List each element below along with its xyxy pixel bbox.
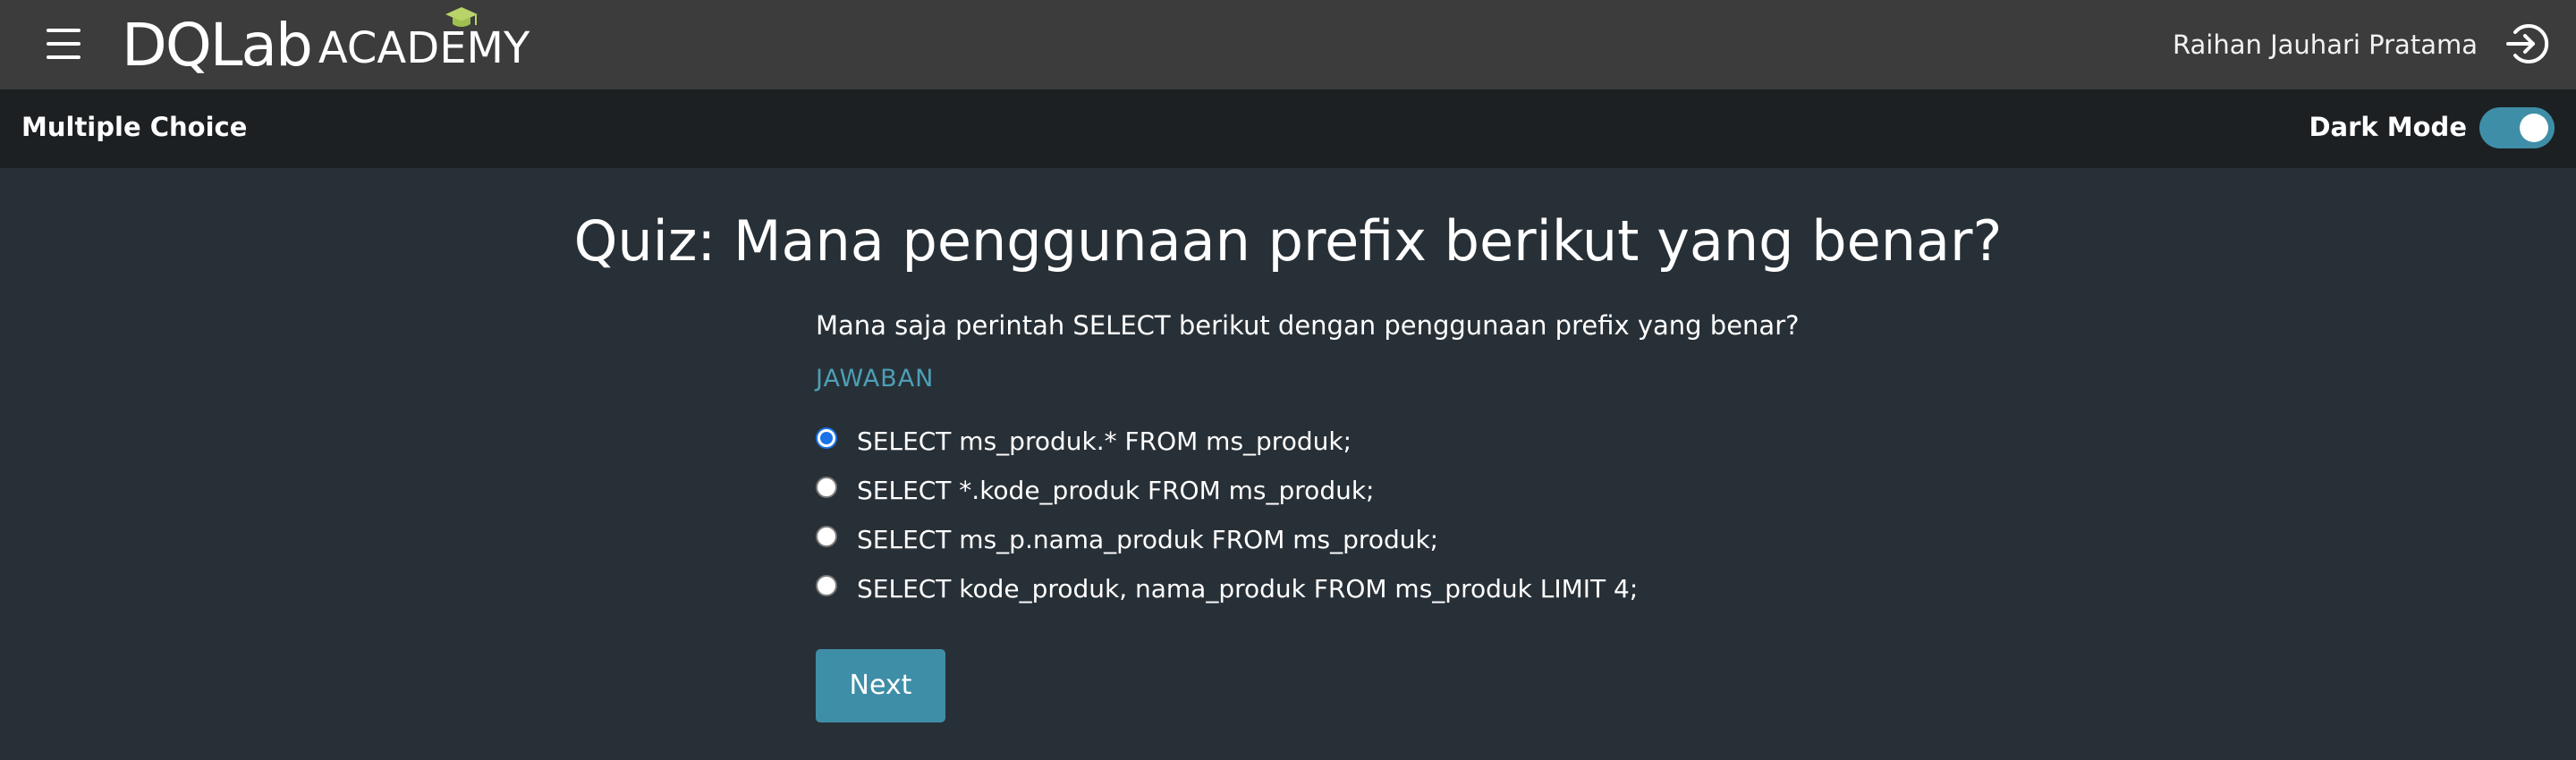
- hamburger-menu-icon[interactable]: [43, 25, 84, 63]
- dark-mode-toggle[interactable]: [2479, 107, 2555, 148]
- menu-line: [47, 42, 80, 46]
- menu-line: [47, 29, 80, 32]
- logo-academy-label: ACADEMY: [318, 23, 530, 73]
- answer-option[interactable]: SELECT ms_p.nama_produk FROM ms_produk;: [816, 515, 1638, 564]
- menu-line: [47, 55, 80, 59]
- option-label: SELECT *.kode_produk FROM ms_produk;: [857, 475, 1375, 505]
- quiz-title: Quiz: Mana penggunaan prefix berikut yan…: [573, 208, 2003, 274]
- logout-icon[interactable]: [2503, 20, 2551, 68]
- sub-header: Multiple Choice Dark Mode: [0, 89, 2576, 168]
- logo-academy-text: ACADEMY: [318, 7, 530, 73]
- radio-button[interactable]: [816, 525, 837, 547]
- answer-option[interactable]: SELECT kode_produk, nama_produk FROM ms_…: [816, 564, 1638, 613]
- user-name[interactable]: Raihan Jauhari Pratama: [2173, 27, 2478, 63]
- radio-button[interactable]: [816, 574, 837, 596]
- question-text: Mana saja perintah SELECT berikut dengan…: [816, 310, 1800, 341]
- radio-button[interactable]: [816, 476, 837, 498]
- graduation-cap-icon: [445, 7, 478, 27]
- logo-mark: DQLab: [122, 11, 313, 80]
- top-navbar: DQLab ACADEMY Raihan Jauhari Pratama: [0, 0, 2576, 89]
- answer-label: JAWABAN: [816, 365, 935, 393]
- logout-icon-glyph: [2506, 24, 2549, 63]
- dqlab-academy-logo[interactable]: DQLab ACADEMY: [122, 7, 530, 80]
- answer-option[interactable]: SELECT ms_produk.* FROM ms_produk;: [816, 417, 1638, 466]
- radio-button[interactable]: [816, 426, 837, 449]
- option-label: SELECT kode_produk, nama_produk FROM ms_…: [857, 573, 1639, 604]
- option-label: SELECT ms_produk.* FROM ms_produk;: [857, 426, 1352, 456]
- toggle-knob: [2520, 114, 2548, 142]
- page-type-title: Multiple Choice: [21, 112, 248, 142]
- next-button[interactable]: Next: [816, 649, 945, 722]
- answer-option[interactable]: SELECT *.kode_produk FROM ms_produk;: [816, 466, 1638, 515]
- answer-options: SELECT ms_produk.* FROM ms_produk; SELEC…: [816, 417, 1638, 613]
- option-label: SELECT ms_p.nama_produk FROM ms_produk;: [857, 524, 1439, 554]
- dark-mode-label: Dark Mode: [2309, 112, 2467, 142]
